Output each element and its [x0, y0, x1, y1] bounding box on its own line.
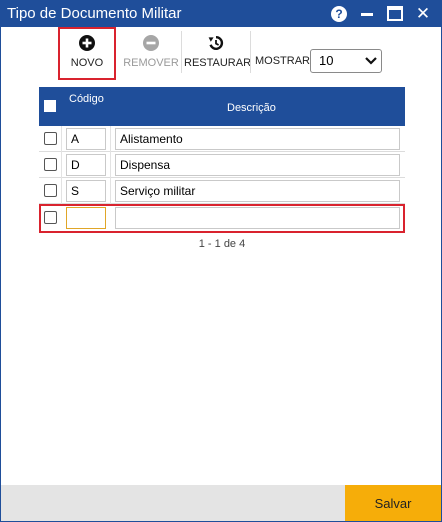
remove-button[interactable]: REMOVER: [123, 27, 179, 79]
column-divider: [61, 152, 62, 178]
column-header-description[interactable]: Descrição: [227, 102, 276, 114]
row-checkbox[interactable]: [44, 184, 57, 197]
window-title: Tipo de Documento Militar: [7, 5, 182, 22]
row-checkbox[interactable]: [44, 211, 57, 224]
title-bar: Tipo de Documento Militar ? ✕: [1, 1, 441, 27]
toolbar: NOVO REMOVER RESTAURAR MOSTRAR: 10: [1, 27, 441, 83]
page-size-label: MOSTRAR:: [255, 55, 314, 67]
page-size-value: 10: [319, 53, 334, 68]
row-checkbox[interactable]: [44, 158, 57, 171]
select-all-checkbox[interactable]: [44, 100, 56, 112]
minus-circle-icon: [143, 35, 159, 51]
maximize-button[interactable]: [386, 5, 404, 23]
help-button[interactable]: ?: [330, 5, 348, 23]
chevron-down-icon: [365, 57, 377, 65]
new-button[interactable]: NOVO: [58, 27, 116, 80]
records-grid: Código Descrição A Alistamento D Dispens…: [39, 87, 405, 233]
help-icon: ?: [331, 6, 347, 22]
toolbar-divider: [250, 31, 251, 73]
dialog-window: Tipo de Documento Militar ? ✕ NOVO REMOV…: [0, 0, 442, 522]
restore-button[interactable]: RESTAURAR: [184, 27, 252, 79]
code-cell[interactable]: S: [66, 180, 106, 202]
restore-icon: [208, 35, 224, 50]
column-divider: [110, 152, 111, 178]
description-input[interactable]: [115, 207, 400, 229]
close-icon: ✕: [415, 4, 431, 23]
row-checkbox[interactable]: [44, 132, 57, 145]
column-divider: [110, 178, 111, 204]
column-header-code[interactable]: Código: [69, 93, 104, 105]
description-cell[interactable]: Serviço militar: [115, 180, 400, 202]
table-row: S Serviço militar: [39, 178, 405, 204]
column-divider: [110, 126, 111, 152]
save-button[interactable]: Salvar: [345, 485, 441, 521]
minimize-icon: [361, 13, 373, 16]
restore-label: RESTAURAR: [184, 57, 252, 69]
maximize-icon: [387, 6, 403, 21]
pagination-summary: 1 - 1 de 4: [198, 238, 246, 250]
description-cell[interactable]: Dispensa: [115, 154, 400, 176]
description-cell[interactable]: Alistamento: [115, 128, 400, 150]
close-button[interactable]: ✕: [414, 5, 432, 23]
toolbar-divider: [181, 31, 182, 73]
new-label: NOVO: [70, 57, 104, 69]
remove-label: REMOVER: [123, 57, 179, 69]
footer-bar: Salvar: [1, 485, 441, 521]
table-row: D Dispensa: [39, 152, 405, 178]
code-cell[interactable]: D: [66, 154, 106, 176]
grid-header: Código Descrição: [39, 87, 405, 126]
column-divider: [61, 126, 62, 152]
minimize-button[interactable]: [358, 5, 376, 23]
new-row: [39, 204, 405, 233]
code-input[interactable]: [66, 207, 106, 229]
plus-circle-icon: [79, 35, 95, 51]
code-cell[interactable]: A: [66, 128, 106, 150]
table-row: A Alistamento: [39, 126, 405, 152]
column-divider: [61, 178, 62, 204]
page-size-select[interactable]: 10: [310, 49, 382, 73]
